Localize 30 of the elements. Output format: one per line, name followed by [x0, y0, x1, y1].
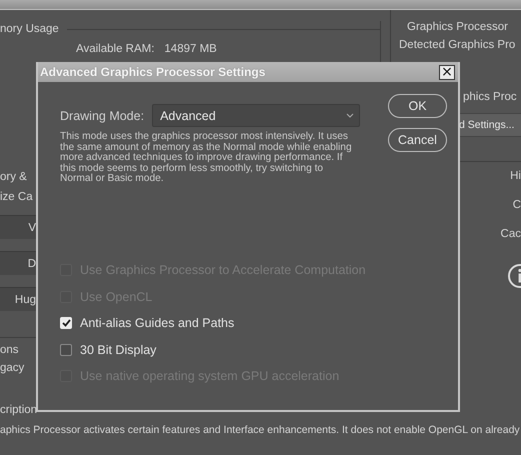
- group-title: Graphics Processor: [407, 21, 508, 33]
- field-label: ize Ca: [0, 191, 33, 203]
- dropdown-field[interactable]: Hug: [0, 287, 36, 311]
- group-title: ons: [0, 344, 19, 356]
- drawing-mode-dropdown[interactable]: Advanced: [152, 104, 360, 127]
- dropdown-field[interactable]: V: [0, 215, 36, 239]
- mode-description: This mode uses the graphics processor most intensively. It uses the same amount of memory as the Normal mode while enabling more advanced techniques to improve drawing performance. If this mode seems to perform less smoothly, try switching to Normal or Basic mode.: [60, 132, 353, 185]
- field-label: Drawing Mode:: [60, 108, 144, 122]
- field-label: Available RAM:: [76, 43, 154, 55]
- group-title: cription: [0, 404, 38, 416]
- ok-button[interactable]: OK: [388, 94, 447, 118]
- checkbox[interactable]: [60, 344, 72, 356]
- cancel-button[interactable]: Cancel: [388, 128, 447, 152]
- group-title: ory &: [0, 171, 27, 183]
- description-text: aphics Processor activates certain features and Interface enhancements. It does not enable OpenGL on already: [0, 424, 521, 436]
- checkbox-label: gacy: [0, 362, 24, 374]
- field-label: C: [512, 198, 521, 213]
- field-label: Hi: [510, 169, 521, 184]
- checkbox-label: 30 Bit Display: [80, 342, 156, 357]
- close-button[interactable]: ×: [439, 64, 455, 80]
- ram-value: 14897 MB: [164, 43, 217, 55]
- group-title: nory Usage: [0, 23, 59, 35]
- dialog-title: Advanced Graphics Processor Settings: [40, 65, 266, 79]
- chevron-down-icon: [346, 113, 354, 118]
- checkbox-label: Anti-alias Guides and Paths: [80, 316, 234, 330]
- field-label: Cac: [500, 227, 521, 242]
- checkbox-label: phics Proc: [462, 91, 517, 103]
- dropdown-field[interactable]: D: [0, 251, 36, 275]
- dropdown-value: Advanced: [160, 108, 216, 122]
- field-label: Detected Graphics Pro: [398, 39, 516, 51]
